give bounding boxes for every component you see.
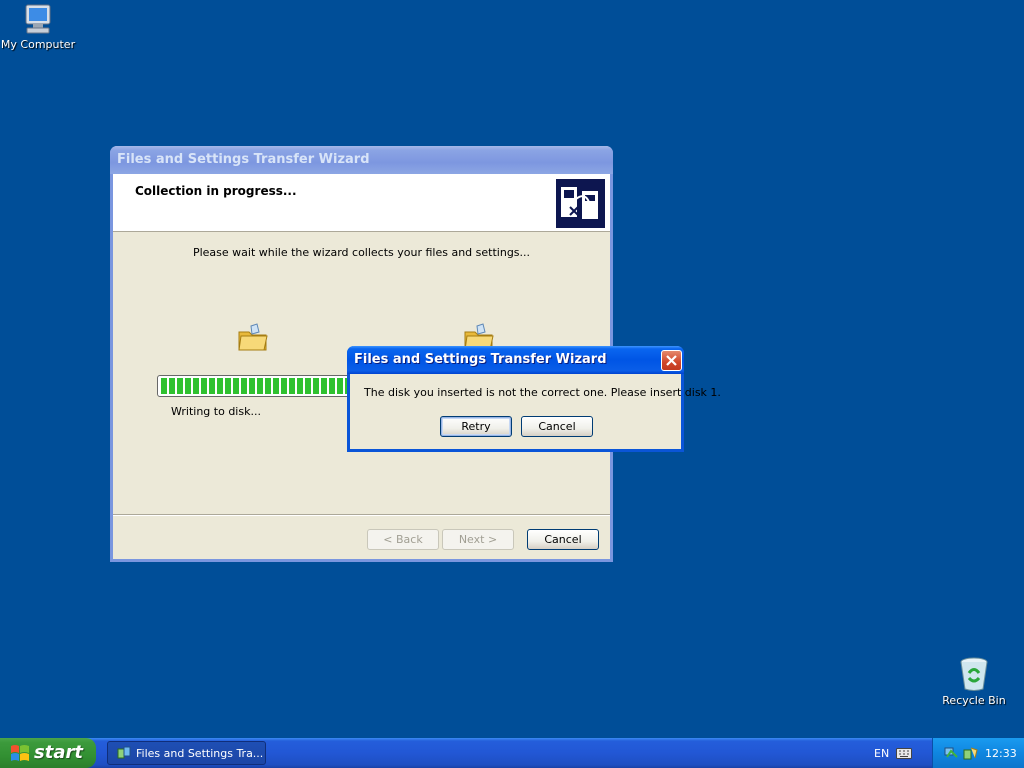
wizard-message: Please wait while the wizard collects yo…	[192, 246, 531, 259]
transfer-wizard-icon	[117, 746, 131, 759]
wizard-header: Collection in progress...	[113, 174, 610, 232]
taskbar: start Files and Settings Tra... EN 12:33	[0, 738, 1024, 768]
start-label: start	[34, 742, 83, 763]
taskbar-item-label: Files and Settings Tra...	[136, 747, 264, 760]
wizard-cancel-button[interactable]: Cancel	[527, 529, 599, 550]
wizard-header-title: Collection in progress...	[135, 184, 297, 198]
folder-icon	[238, 323, 268, 351]
taskbar-item-transfer-wizard[interactable]: Files and Settings Tra...	[107, 741, 266, 765]
start-button[interactable]: start	[0, 738, 96, 768]
next-button[interactable]: Next >	[442, 529, 514, 550]
wizard-logo-icon	[556, 179, 605, 228]
retry-button[interactable]: Retry	[440, 416, 512, 437]
progress-fill	[161, 378, 355, 394]
clock: 12:33	[985, 747, 1017, 760]
back-button[interactable]: < Back	[367, 529, 439, 550]
close-button[interactable]	[661, 350, 682, 371]
wizard-titlebar[interactable]: Files and Settings Transfer Wizard	[110, 146, 613, 174]
my-computer-shortcut[interactable]: My Computer	[0, 2, 78, 51]
system-tray: 12:33	[932, 738, 1024, 768]
dialog-cancel-button[interactable]: Cancel	[521, 416, 593, 437]
windows-logo-icon	[11, 745, 29, 761]
wizard-tray-icon[interactable]	[963, 745, 979, 761]
network-icon[interactable]	[943, 745, 959, 761]
footer-divider	[113, 514, 610, 515]
keyboard-icon[interactable]	[896, 748, 912, 759]
close-icon	[666, 355, 677, 366]
dialog-titlebar[interactable]: Files and Settings Transfer Wizard	[347, 346, 684, 374]
my-computer-label: My Computer	[0, 38, 76, 51]
progress-status: Writing to disk...	[171, 405, 261, 418]
computer-icon	[25, 4, 51, 34]
recycle-bin-label: Recycle Bin	[942, 694, 1006, 707]
language-indicator[interactable]: EN	[874, 747, 889, 760]
recycle-bin-shortcut[interactable]: Recycle Bin	[934, 656, 1014, 707]
dialog-title: Files and Settings Transfer Wizard	[354, 352, 607, 367]
error-dialog: Files and Settings Transfer Wizard The d…	[347, 346, 721, 452]
dialog-message: The disk you inserted is not the correct…	[364, 386, 721, 399]
recycle-bin-icon	[960, 657, 988, 691]
dialog-body: The disk you inserted is not the correct…	[350, 374, 721, 449]
wizard-title: Files and Settings Transfer Wizard	[117, 152, 370, 167]
